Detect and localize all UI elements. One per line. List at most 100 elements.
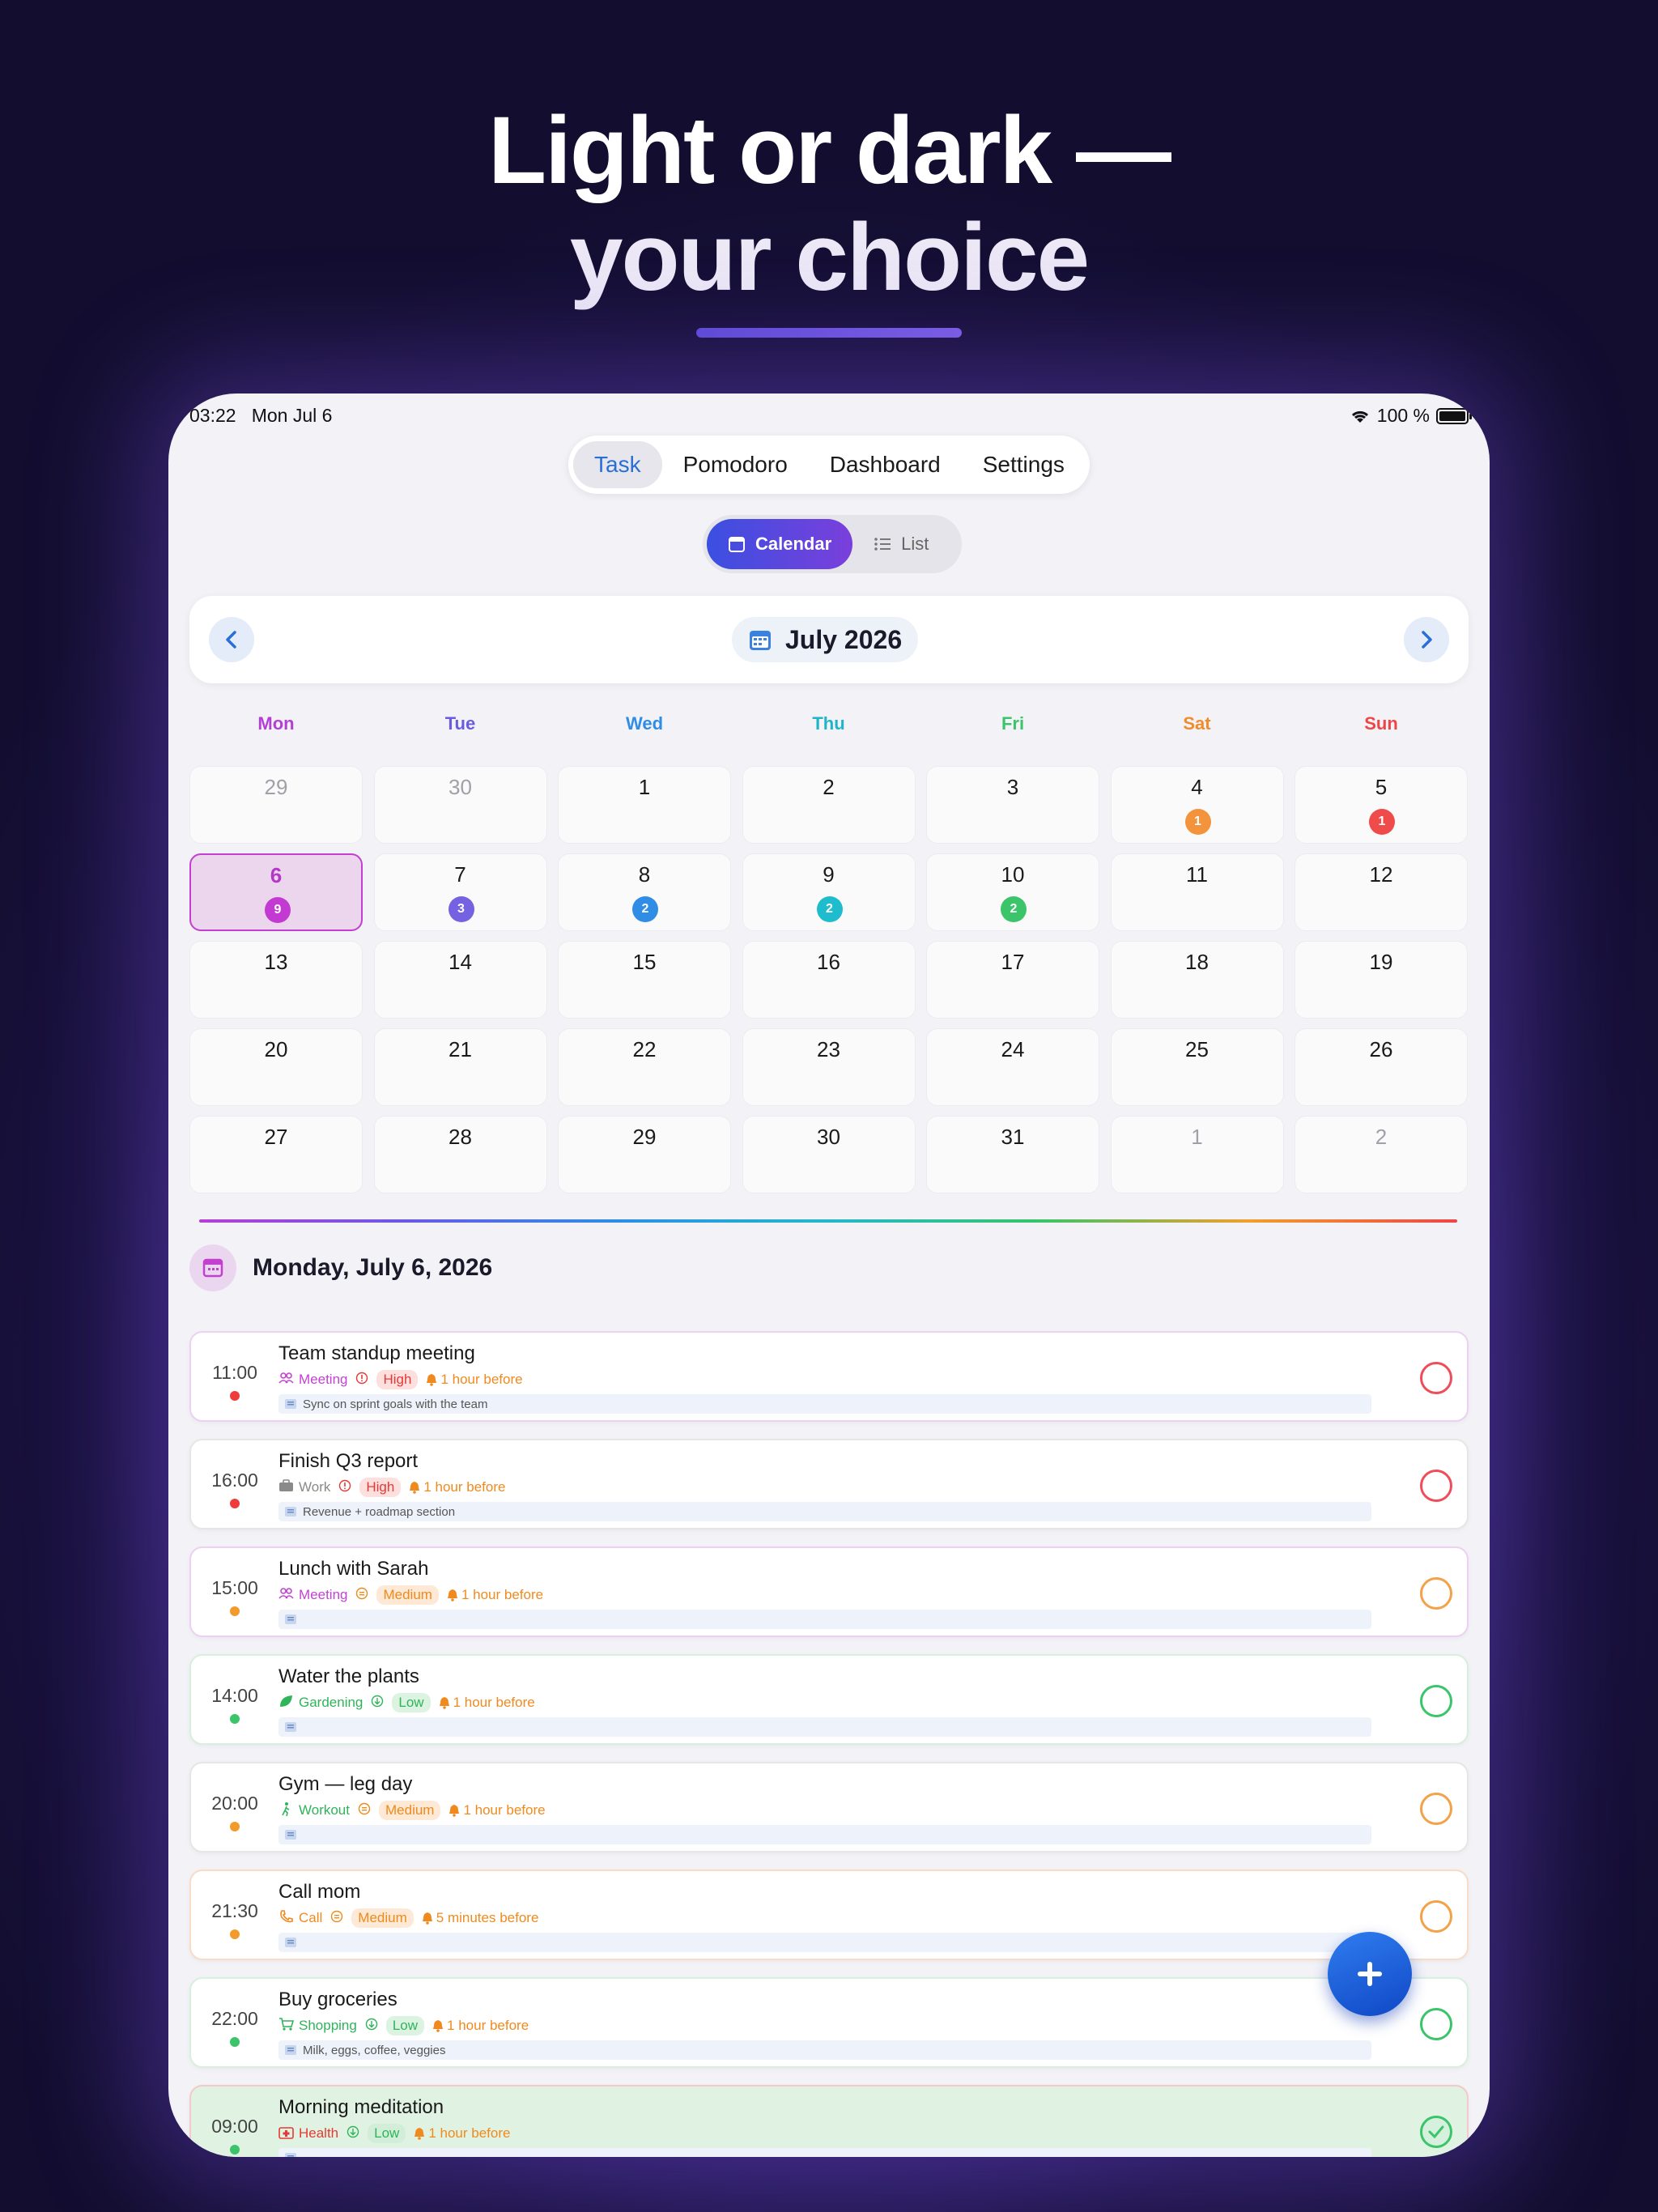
calendar-day[interactable]: 24	[926, 1028, 1099, 1106]
calendar-day[interactable]: 41	[1110, 766, 1284, 844]
complete-checkbox[interactable]	[1420, 1900, 1452, 1933]
calendar-view-button[interactable]: Calendar	[707, 519, 853, 569]
bell-icon	[447, 1589, 457, 1602]
bell-icon	[439, 1697, 449, 1709]
task-time: 21:30	[211, 1900, 258, 1921]
notes-icon	[285, 1507, 296, 1516]
task-notes-text: Revenue + roadmap section	[303, 1504, 456, 1519]
calendar-day[interactable]: 26	[1295, 1028, 1468, 1106]
calendar-day[interactable]: 15	[558, 941, 731, 1019]
calendar-day-today[interactable]: 69	[189, 853, 363, 931]
tab-task[interactable]: Task	[573, 441, 662, 488]
calendar-day[interactable]: 19	[1295, 941, 1468, 1019]
task-card[interactable]: 20:00 Gym — leg day Workout Medium 1 hour be…	[189, 1762, 1469, 1853]
task-count-badge: 9	[265, 897, 291, 923]
task-notes	[278, 1717, 1371, 1737]
weekday-tue: Tue	[444, 713, 476, 734]
calendar-day[interactable]: 2	[1295, 1116, 1468, 1193]
prev-month-button[interactable]	[209, 617, 254, 662]
calendar-day[interactable]: 17	[926, 941, 1099, 1019]
calendar-day[interactable]: 28	[373, 1116, 547, 1193]
calendar-day[interactable]: 23	[742, 1028, 916, 1106]
calendar-day[interactable]: 92	[742, 853, 916, 931]
calendar-day[interactable]: 20	[189, 1028, 363, 1106]
tab-dashboard[interactable]: Dashboard	[809, 441, 962, 488]
calendar-day[interactable]: 16	[742, 941, 916, 1019]
task-category-label: Shopping	[299, 2018, 357, 2033]
calendar-day[interactable]: 1	[558, 766, 731, 844]
complete-checkbox[interactable]	[1420, 1362, 1452, 1394]
task-category-label: Gardening	[299, 1695, 363, 1710]
bell-icon	[433, 2020, 444, 2032]
priority-icon	[355, 1372, 368, 1389]
calendar-day[interactable]: 30	[742, 1116, 916, 1193]
day-number: 30	[817, 1125, 840, 1149]
next-month-button[interactable]	[1404, 617, 1449, 662]
calendar-day[interactable]: 29	[189, 766, 363, 844]
calendar-day[interactable]: 10 2	[926, 853, 1099, 931]
calendar-day[interactable]: 31	[926, 1116, 1099, 1193]
chevron-left-icon	[226, 631, 236, 649]
calendar-day[interactable]: 21	[373, 1028, 547, 1106]
complete-checkbox[interactable]	[1420, 2116, 1452, 2148]
day-number: 4	[1191, 775, 1203, 799]
people-icon	[278, 1586, 294, 1605]
task-meta: Meeting Medium 1 hour before	[278, 1585, 543, 1605]
priority-dot	[230, 1714, 240, 1724]
calendar-day[interactable]: 22	[558, 1028, 731, 1106]
calendar-day[interactable]: 14	[373, 941, 547, 1019]
month-picker[interactable]: July 2026	[732, 617, 919, 662]
calendar-day[interactable]: 73	[373, 853, 547, 931]
calendar-day[interactable]: 29	[558, 1116, 731, 1193]
complete-checkbox[interactable]	[1420, 1470, 1452, 1502]
task-card[interactable]: 15:00 Lunch with Sarah Meeting Medium 1 hour…	[189, 1546, 1469, 1637]
priority-badge: Medium	[351, 1908, 414, 1928]
tab-pomodoro[interactable]: Pomodoro	[662, 441, 809, 488]
list-view-button[interactable]: List	[852, 519, 950, 569]
task-card[interactable]: 16:00 Finish Q3 report Work High 1 hour befo…	[189, 1439, 1469, 1529]
calendar-day[interactable]: 13	[189, 941, 363, 1019]
day-number: 19	[1369, 950, 1393, 974]
task-notes	[278, 2148, 1371, 2157]
complete-checkbox[interactable]	[1420, 1577, 1452, 1610]
task-card[interactable]: 11:00 Team standup meeting Meeting High 1 ho…	[189, 1331, 1469, 1422]
task-card[interactable]: 14:00 Water the plants Gardening Low 1 hour …	[189, 1654, 1469, 1745]
task-reminder: 1 hour before	[414, 2125, 510, 2142]
day-number: 18	[1185, 950, 1209, 974]
task-card[interactable]: 09:00 Morning meditation Health Low 1 hour b…	[189, 2085, 1469, 2157]
notes-icon	[285, 2153, 296, 2157]
complete-checkbox[interactable]	[1420, 1793, 1452, 1825]
task-reminder-label: 1 hour before	[463, 1802, 546, 1818]
task-reminder-label: 1 hour before	[423, 1479, 506, 1495]
weekday-sat: Sat	[1183, 713, 1211, 734]
calendar-day[interactable]: 18	[1110, 941, 1284, 1019]
task-card[interactable]: 22:00 Buy groceries Shopping Low 1 hour befo…	[189, 1977, 1469, 2068]
notes-icon	[285, 1614, 296, 1624]
complete-checkbox[interactable]	[1420, 1685, 1452, 1717]
tab-settings[interactable]: Settings	[962, 441, 1086, 488]
calendar-day[interactable]: 27	[189, 1116, 363, 1193]
complete-checkbox[interactable]	[1420, 2008, 1452, 2040]
calendar-day[interactable]: 3	[926, 766, 1099, 844]
task-reminder-label: 1 hour before	[447, 2018, 529, 2033]
calendar-day[interactable]: 30	[373, 766, 547, 844]
task-category-label: Meeting	[299, 1587, 348, 1602]
calendar-day[interactable]: 51	[1295, 766, 1468, 844]
day-number: 9	[823, 862, 835, 887]
task-card[interactable]: 21:30 Call mom Call Medium 5 minutes before	[189, 1870, 1469, 1960]
calendar-day[interactable]: 2	[742, 766, 916, 844]
calendar-day[interactable]: 82	[558, 853, 731, 931]
notes-icon	[285, 1399, 296, 1409]
priority-dot	[230, 1822, 240, 1831]
day-number: 2	[1375, 1125, 1388, 1149]
medkit-icon	[278, 2125, 294, 2143]
add-task-button[interactable]	[1328, 1932, 1412, 2016]
task-meta: Workout Medium 1 hour before	[278, 1801, 546, 1820]
calendar-day[interactable]: 25	[1110, 1028, 1284, 1106]
plus-icon	[1358, 1962, 1382, 1986]
calendar-day[interactable]: 11	[1110, 853, 1284, 931]
calendar-day[interactable]: 1	[1110, 1116, 1284, 1193]
calendar-day[interactable]: 12	[1295, 853, 1468, 931]
bell-icon	[414, 2128, 425, 2140]
task-time: 15:00	[211, 1577, 258, 1598]
